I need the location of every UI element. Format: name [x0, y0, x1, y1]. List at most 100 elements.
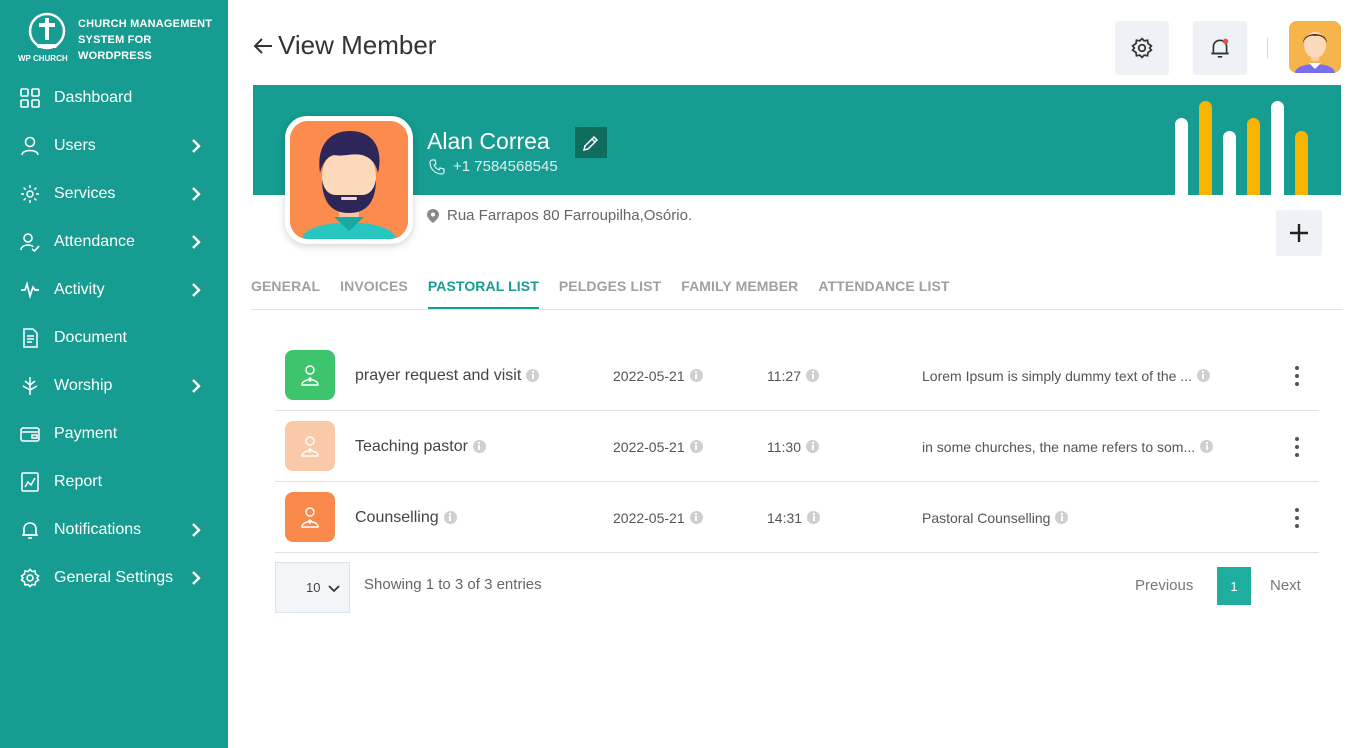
chevron-right-icon — [192, 571, 201, 585]
row-date: 2022-05-21 — [613, 340, 703, 411]
header-divider — [1267, 38, 1268, 58]
row-title-text: prayer request and visit — [355, 366, 522, 384]
row-description-text: Pastoral Counselling — [922, 509, 1051, 526]
row-menu-button[interactable] — [1285, 364, 1309, 388]
member-avatar-image — [290, 121, 408, 239]
page-number-button[interactable]: 1 — [1217, 567, 1251, 605]
info-icon[interactable] — [689, 511, 703, 524]
tab-invoices[interactable]: INVOICES — [340, 270, 408, 309]
row-title-text: Counselling — [355, 508, 439, 526]
brand-line-3: WORDPRESS — [78, 50, 152, 62]
chevron-right-icon — [192, 283, 201, 297]
worship-icon — [22, 377, 38, 395]
dashboard-icon — [20, 88, 40, 108]
entries-info: Showing 1 to 3 of 3 entries — [364, 576, 542, 593]
sidebar-nav: Dashboard Users Services Attendance Acti… — [0, 74, 228, 602]
table-footer: 10 Showing 1 to 3 of 3 entries Previous … — [275, 562, 1319, 614]
tab-pastoral-list[interactable]: PASTORAL LIST — [427, 270, 539, 309]
row-time: 11:30 — [767, 411, 819, 482]
sidebar-item-label: Payment — [54, 425, 118, 442]
row-time-text: 11:27 — [767, 367, 801, 384]
brand[interactable]: WP CHURCH CHURCH MANAGEMENT SYSTEM FOR W… — [18, 12, 218, 68]
brand-logo-text: WP CHURCH — [18, 54, 68, 63]
pastoral-list-table: prayer request and visit 2022-05-21 11:2… — [275, 340, 1319, 553]
row-date-text: 2022-05-21 — [613, 509, 685, 526]
tab-peldges-list[interactable]: PELDGES LIST — [559, 270, 661, 309]
sidebar-item-services[interactable]: Services — [0, 170, 228, 218]
sidebar-item-label: Report — [54, 473, 103, 490]
user-icon — [21, 136, 39, 156]
sidebar-item-attendance[interactable]: Attendance — [0, 218, 228, 266]
row-title: Counselling — [355, 482, 457, 553]
sidebar-item-users[interactable]: Users — [0, 122, 228, 170]
plus-icon — [1290, 224, 1308, 242]
tab-general[interactable]: GENERAL — [251, 270, 320, 309]
row-title: Teaching pastor — [355, 411, 486, 482]
page-size-value: 10 — [306, 580, 321, 595]
sidebar-item-worship[interactable]: Worship — [0, 362, 228, 410]
add-button[interactable] — [1276, 210, 1322, 256]
sidebar-item-dashboard[interactable]: Dashboard — [0, 74, 228, 122]
sidebar-item-label: Users — [54, 137, 96, 154]
row-time-text: 14:31 — [767, 509, 803, 526]
info-icon[interactable] — [807, 511, 821, 524]
pastor-icon — [285, 421, 335, 471]
row-description: Pastoral Counselling — [922, 482, 1252, 553]
info-icon[interactable] — [1196, 369, 1210, 382]
bell-icon — [1211, 38, 1229, 58]
row-title-text: Teaching pastor — [355, 437, 468, 455]
sidebar-item-activity[interactable]: Activity — [0, 266, 228, 314]
row-title: prayer request and visit — [355, 340, 540, 411]
phone-icon — [429, 158, 445, 175]
info-icon[interactable] — [472, 440, 486, 453]
info-icon[interactable] — [806, 369, 819, 382]
info-icon[interactable] — [689, 369, 703, 382]
user-avatar[interactable] — [1289, 21, 1341, 73]
page-title-text: View Member — [278, 30, 437, 60]
info-icon[interactable] — [1055, 511, 1069, 524]
row-date-text: 2022-05-21 — [613, 438, 685, 455]
table-row: prayer request and visit 2022-05-21 11:2… — [275, 340, 1319, 411]
member-tabs: GENERAL INVOICES PASTORAL LIST PELDGES L… — [251, 270, 1343, 310]
info-icon[interactable] — [443, 511, 457, 524]
tab-family-member[interactable]: FAMILY MEMBER — [681, 270, 798, 309]
notifications-button[interactable] — [1193, 21, 1247, 75]
attendance-icon — [20, 233, 40, 252]
sidebar-item-label: General Settings — [54, 569, 174, 586]
sidebar-item-document[interactable]: Document — [0, 314, 228, 362]
sidebar-item-notifications[interactable]: Notifications — [0, 506, 228, 554]
table-row: Counselling 2022-05-21 14:31 Pastoral Co… — [275, 482, 1319, 553]
member-address: Rua Farrapos 80 Farroupilha,Osório. — [427, 207, 692, 224]
edit-member-button[interactable] — [575, 127, 607, 158]
location-pin-icon — [427, 208, 439, 223]
settings-button[interactable] — [1115, 21, 1169, 75]
row-menu-button[interactable] — [1285, 435, 1309, 459]
pencil-icon — [582, 135, 599, 151]
row-menu-button[interactable] — [1285, 506, 1309, 530]
page-size-select[interactable]: 10 — [275, 562, 350, 613]
info-icon[interactable] — [806, 440, 819, 453]
member-phone-text: +1 7584568545 — [453, 158, 558, 175]
report-icon — [21, 472, 39, 492]
brand-title: CHURCH MANAGEMENT SYSTEM FOR WORDPRESS — [78, 16, 212, 64]
chevron-right-icon — [192, 379, 201, 393]
sidebar-item-report[interactable]: Report — [0, 458, 228, 506]
tab-attendance-list[interactable]: ATTENDANCE LIST — [818, 270, 949, 309]
previous-page-button[interactable]: Previous — [1135, 577, 1193, 594]
sidebar-item-label: Services — [54, 185, 116, 202]
back-arrow-icon[interactable] — [252, 35, 274, 57]
info-icon[interactable] — [526, 369, 540, 382]
info-icon[interactable] — [689, 440, 703, 453]
member-phone: +1 7584568545 — [429, 158, 558, 175]
row-time: 14:31 — [767, 482, 821, 553]
sidebar-item-label: Notifications — [54, 521, 142, 538]
sidebar-item-general-settings[interactable]: General Settings — [0, 554, 228, 602]
table-row: Teaching pastor 2022-05-21 11:30 in some… — [275, 411, 1319, 482]
gear-icon — [1131, 37, 1153, 59]
gear-icon — [20, 568, 40, 588]
info-icon[interactable] — [1200, 440, 1214, 453]
sidebar-item-payment[interactable]: Payment — [0, 410, 228, 458]
row-date: 2022-05-21 — [613, 411, 703, 482]
next-page-button[interactable]: Next — [1270, 577, 1301, 594]
row-date: 2022-05-21 — [613, 482, 703, 553]
